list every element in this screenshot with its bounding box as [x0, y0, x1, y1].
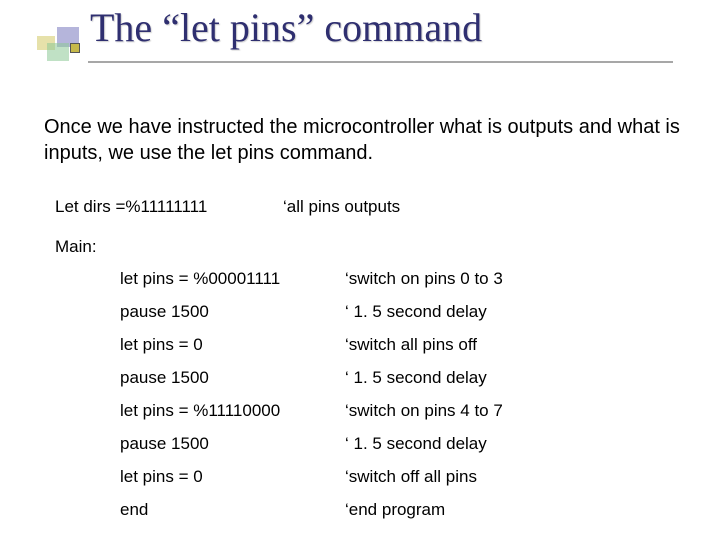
code-cmd: pause 1500 — [120, 434, 345, 467]
code-cmd: let pins = %00001111 — [120, 269, 345, 302]
code-line-dirs: Let dirs =%11111111 ‘all pins outputs — [55, 197, 695, 217]
code-comment: ‘ 1. 5 second delay — [345, 368, 503, 401]
code-comment: ‘switch all pins off — [345, 335, 503, 368]
title-underline — [88, 61, 673, 63]
page-title: The “let pins” command — [0, 6, 720, 50]
code-comment: ‘switch on pins 0 to 3 — [345, 269, 503, 302]
code-row: end ‘end program — [120, 500, 503, 533]
code-comment: ‘all pins outputs — [283, 197, 400, 217]
code-comment: ‘ 1. 5 second delay — [345, 434, 503, 467]
code-cmd: pause 1500 — [120, 302, 345, 335]
code-row: pause 1500 ‘ 1. 5 second delay — [120, 368, 503, 401]
intro-text: Once we have instructed the microcontrol… — [44, 115, 684, 166]
code-row: pause 1500 ‘ 1. 5 second delay — [120, 302, 503, 335]
code-cmd: let pins = 0 — [120, 335, 345, 368]
code-block: let pins = %00001111 ‘switch on pins 0 t… — [120, 269, 503, 533]
code-cmd: end — [120, 500, 345, 533]
code-row: let pins = %00001111 ‘switch on pins 0 t… — [120, 269, 503, 302]
title-block: The “let pins” command — [0, 6, 720, 50]
code-row: let pins = 0 ‘switch all pins off — [120, 335, 503, 368]
code-cmd: let pins = %11110000 — [120, 401, 345, 434]
code-cmd: pause 1500 — [120, 368, 345, 401]
code-cmd: let pins = 0 — [120, 467, 345, 500]
slide: The “let pins” command Once we have inst… — [0, 0, 720, 540]
code-comment: ‘switch on pins 4 to 7 — [345, 401, 503, 434]
code-cmd: Let dirs =%11111111 — [55, 197, 207, 217]
code-row: pause 1500 ‘ 1. 5 second delay — [120, 434, 503, 467]
code-comment: ‘switch off all pins — [345, 467, 503, 500]
code-comment: ‘end program — [345, 500, 503, 533]
code-row: let pins = 0 ‘switch off all pins — [120, 467, 503, 500]
code-label-main: Main: — [55, 237, 97, 257]
code-row: let pins = %11110000 ‘switch on pins 4 t… — [120, 401, 503, 434]
code-comment: ‘ 1. 5 second delay — [345, 302, 503, 335]
